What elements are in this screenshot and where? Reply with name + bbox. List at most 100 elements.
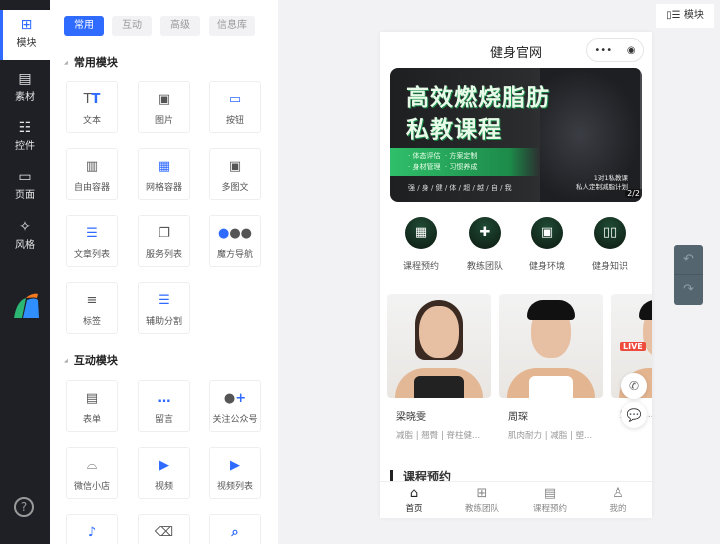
hero-banner[interactable]: 高效燃烧脂肪 私教课程 · 体态评估 · 方案定制 · 身材管理 · 习惯养成 强…: [390, 68, 642, 202]
grid-icon: ⊞: [476, 486, 488, 501]
video-icon: ▶: [159, 458, 169, 473]
banner-side-text: 1对1私教课 私人定制减脂计划: [576, 174, 628, 191]
module-free-container[interactable]: ▥ 自由容器: [66, 148, 118, 200]
module-message[interactable]: … 留言: [138, 380, 190, 432]
music-icon: ♪: [87, 525, 97, 540]
banner-pagination: 2/2: [625, 189, 642, 198]
article-list-icon: ☰: [86, 226, 98, 241]
shop-icon: ⌓: [86, 458, 98, 473]
quick-course-booking[interactable]: ▦ 课程预约: [391, 217, 451, 272]
phone-preview: 健身官网 ••• ◉ 高效燃烧脂肪 私教课程 · 体态评估 · 方案定制 · 身材管…: [380, 32, 652, 518]
redo-button[interactable]: ↷: [674, 275, 703, 305]
bottom-tab-bar: ⌂ 首页 ⊞ 教练团队 ▤ 课程预约 ♙ 我的: [380, 481, 652, 518]
section-title: 常用模块: [64, 54, 118, 70]
tag-icon: ≡: [86, 293, 98, 308]
coach-tags: 减脂 | 翘臀 | 脊柱健...: [396, 431, 481, 441]
module-magic-nav[interactable]: ●●● 魔方导航: [209, 215, 261, 267]
service-list-icon: ❐: [158, 226, 170, 241]
grid-icon: ▦: [157, 159, 171, 174]
help-icon[interactable]: ?: [14, 497, 34, 517]
material-icon: ▤: [18, 71, 32, 87]
text-icon: TT: [83, 92, 101, 107]
coach-card[interactable]: 梁晓雯 减脂 | 翘臀 | 脊柱健...: [387, 294, 491, 441]
tab-profile[interactable]: ♙ 我的: [584, 482, 652, 518]
module-image[interactable]: ▣ 图片: [138, 81, 190, 133]
user-icon: ♙: [612, 486, 624, 501]
undo-redo-group: ↶ ↷: [674, 245, 703, 305]
search-doc-icon: ⌕: [231, 525, 239, 540]
home-icon: ⌂: [409, 486, 419, 501]
module-tag[interactable]: ≡ 标签: [66, 282, 118, 334]
module-button[interactable]: ▭ 按钮: [209, 81, 261, 133]
module-eraser[interactable]: ⌫: [138, 514, 190, 544]
tab-coach-team[interactable]: ⊞ 教练团队: [448, 482, 516, 518]
eraser-icon: ⌫: [154, 525, 174, 540]
nav-item-controls[interactable]: ☷ 控件: [0, 113, 50, 159]
module-follow-account[interactable]: ●+ 关注公众号: [209, 380, 261, 432]
banner-headline: 高效燃烧脂肪: [406, 85, 550, 111]
module-panel: 常用 互动 高级 信息库 常用模块 TT文本 ▣图片 ▭按钮 ▥自由容器 ▦网格…: [50, 0, 278, 544]
controls-icon: ☷: [18, 120, 32, 136]
module-audio[interactable]: ♪: [66, 514, 118, 544]
module-divider[interactable]: ☰ 辅助分割: [138, 282, 190, 334]
quick-coach-team[interactable]: ✚ 教练团队: [455, 217, 515, 272]
add-user-icon: ●+: [223, 391, 247, 406]
document-icon: ▤: [543, 486, 557, 501]
free-container-icon: ▥: [85, 159, 99, 174]
image-icon: ▣: [157, 92, 171, 107]
module-service-list[interactable]: ❐ 服务列表: [138, 215, 190, 267]
undo-button[interactable]: ↶: [674, 245, 703, 275]
form-icon: ▤: [85, 391, 99, 406]
image-icon: ▣: [531, 217, 563, 249]
brand-logo: [14, 293, 39, 318]
comment-icon: …: [157, 391, 171, 406]
close-target-icon[interactable]: ◉: [627, 45, 636, 56]
banner-subheadline: 私教课程: [406, 117, 502, 143]
tab-common[interactable]: 常用: [64, 16, 104, 36]
module-grid-container[interactable]: ▦ 网格容器: [138, 148, 190, 200]
module-video-list[interactable]: ▶ 视频列表: [209, 447, 261, 499]
dots-grid-icon: ●●●: [217, 226, 253, 241]
button-icon: ▭: [228, 92, 242, 107]
tab-interactive[interactable]: 互动: [112, 16, 152, 36]
banner-features: · 体态评估 · 方案定制 · 身材管理 · 习惯养成: [390, 148, 540, 176]
pages-icon: ▭: [18, 169, 32, 185]
coach-photo: [387, 294, 491, 398]
quick-environment[interactable]: ▣ 健身环境: [517, 217, 577, 272]
nav-item-materials[interactable]: ▤ 素材: [0, 64, 50, 110]
tab-advanced[interactable]: 高级: [160, 16, 200, 36]
module-video[interactable]: ▶ 视频: [138, 447, 190, 499]
book-icon: ▯▯: [594, 217, 626, 249]
layout-icon: ▯☰: [666, 10, 684, 21]
module-text[interactable]: TT 文本: [66, 81, 118, 133]
module-wechat-shop[interactable]: ⌓ 微信小店: [66, 447, 118, 499]
divider-icon: ☰: [158, 293, 170, 308]
plus-square-icon: ⊞: [20, 17, 33, 33]
magic-wand-icon: ✧: [19, 219, 31, 235]
tab-course-booking[interactable]: ▤ 课程预约: [516, 482, 584, 518]
modules-toggle-button[interactable]: ▯☰ 模块: [656, 4, 714, 28]
module-article-list[interactable]: ☰ 文章列表: [66, 215, 118, 267]
left-nav: ⊞ 模块 ▤ 素材 ☷ 控件 ▭ 页面 ✧ 风格 ?: [0, 0, 50, 544]
nav-item-style[interactable]: ✧ 风格: [0, 212, 50, 258]
coach-name: 周琛: [508, 412, 528, 423]
module-form[interactable]: ▤ 表单: [66, 380, 118, 432]
mini-program-capsule[interactable]: ••• ◉: [586, 38, 644, 62]
quick-knowledge[interactable]: ▯▯ 健身知识: [580, 217, 640, 272]
tab-home[interactable]: ⌂ 首页: [380, 482, 448, 518]
multi-image-icon: ▣: [228, 159, 242, 174]
nav-item-pages[interactable]: ▭ 页面: [0, 162, 50, 208]
dumbbell-icon: ✚: [469, 217, 501, 249]
coach-card[interactable]: 周琛 肌肉耐力 | 减脂 | 塑...: [499, 294, 603, 441]
tab-info-library[interactable]: 信息库: [209, 16, 255, 36]
phone-call-button[interactable]: ✆: [621, 373, 647, 399]
module-search[interactable]: ⌕: [209, 514, 261, 544]
wechat-button[interactable]: 💬: [621, 402, 647, 428]
more-icon[interactable]: •••: [594, 45, 612, 56]
live-badge[interactable]: LIVE: [620, 342, 646, 351]
nav-item-modules[interactable]: ⊞ 模块: [0, 10, 50, 60]
video-list-icon: ▶: [230, 458, 240, 473]
module-multi-image-text[interactable]: ▣ 多图文: [209, 148, 261, 200]
calendar-icon: ▦: [405, 217, 437, 249]
section-title: 互动模块: [64, 352, 118, 368]
